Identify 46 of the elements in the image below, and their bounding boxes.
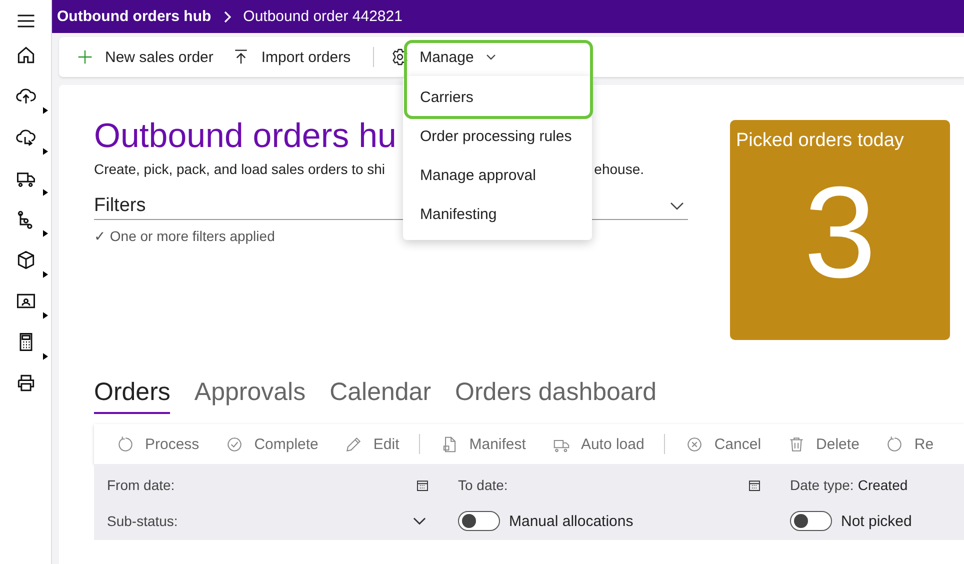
breadcrumb-item[interactable]: Outbound order 442821 [243,8,402,25]
toolbar-icon [885,434,904,454]
field-label: Date type: [790,477,854,493]
description-text: ehouse. [594,161,644,177]
caret-icon [42,230,48,237]
breadcrumb-item[interactable]: Outbound orders hub [57,8,212,25]
field-label: From date: [107,477,175,493]
toolbar-icon [116,434,135,454]
menu-item[interactable]: Manage approval [403,156,592,195]
menu-item[interactable]: Order processing rules [403,117,592,156]
action-button[interactable]: Import orders [227,43,361,71]
chevron-icon[interactable] [413,517,426,525]
caret-icon [486,54,496,60]
toggle-label: Not picked [841,512,912,530]
caret-icon [42,271,48,278]
action-button[interactable]: New sales order [71,43,224,71]
tab[interactable]: Orders [94,378,170,414]
gear-icon [390,47,410,67]
toolbar-icon [344,434,364,454]
caret-icon [42,189,48,196]
field-label: Sub-status: [107,513,178,529]
filter-status: ✓ One or more filters applied [94,228,275,244]
description-text: Create, pick, pack, and load sales orders to shi [94,161,386,177]
chevron-icon [223,10,232,22]
page-title: Outbound orders hu [94,116,396,157]
action-button[interactable]: Manage [386,43,506,71]
chevron-icon [670,202,684,210]
filters-label: Filters [94,195,146,217]
toggle-switch[interactable] [790,511,832,531]
caret-icon [42,107,48,114]
toolbar-icon [685,434,704,454]
tile-title: Picked orders today [736,130,904,152]
caret-icon [42,312,48,319]
toggle-label: Manual allocations [509,512,634,530]
field-value[interactable]: Created [858,477,908,493]
toolbar-icon [225,434,244,454]
caret-icon [42,353,48,360]
tab[interactable]: Orders dashboard [455,378,657,414]
tab[interactable]: Calendar [330,378,432,414]
tab[interactable]: Approvals [194,378,306,414]
calendar-icon[interactable] [415,478,430,492]
calendar-icon[interactable] [747,478,762,492]
toggle-switch[interactable] [458,511,500,531]
field-label: To date: [458,477,508,493]
caret-icon [42,148,48,155]
tile-value: 3 [804,162,876,302]
